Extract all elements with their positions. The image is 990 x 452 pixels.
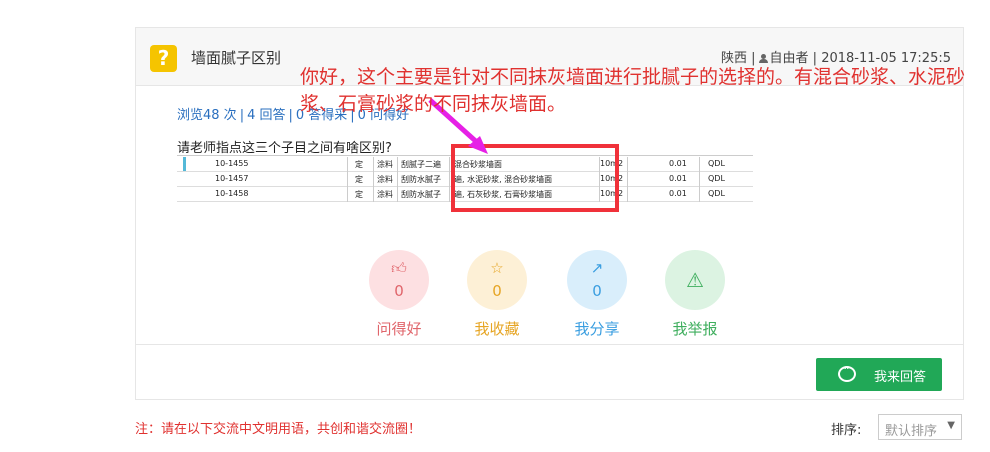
sort-selected: 默认排序 [885,424,938,439]
annotation-text: 你好，这个主要是针对不同抹灰墙面进行批腻子的选择的。有混合砂浆、水泥砂浆、石膏砂… [300,66,966,115]
notice-text: 注：请在以下交流中文明用语，共创和谐交流圈！ [135,422,422,437]
sort-select[interactable]: 默认排序 ▼ [878,414,962,440]
chevron-down-icon: ▼ [947,420,955,431]
sort-label: 排序: [831,423,862,438]
